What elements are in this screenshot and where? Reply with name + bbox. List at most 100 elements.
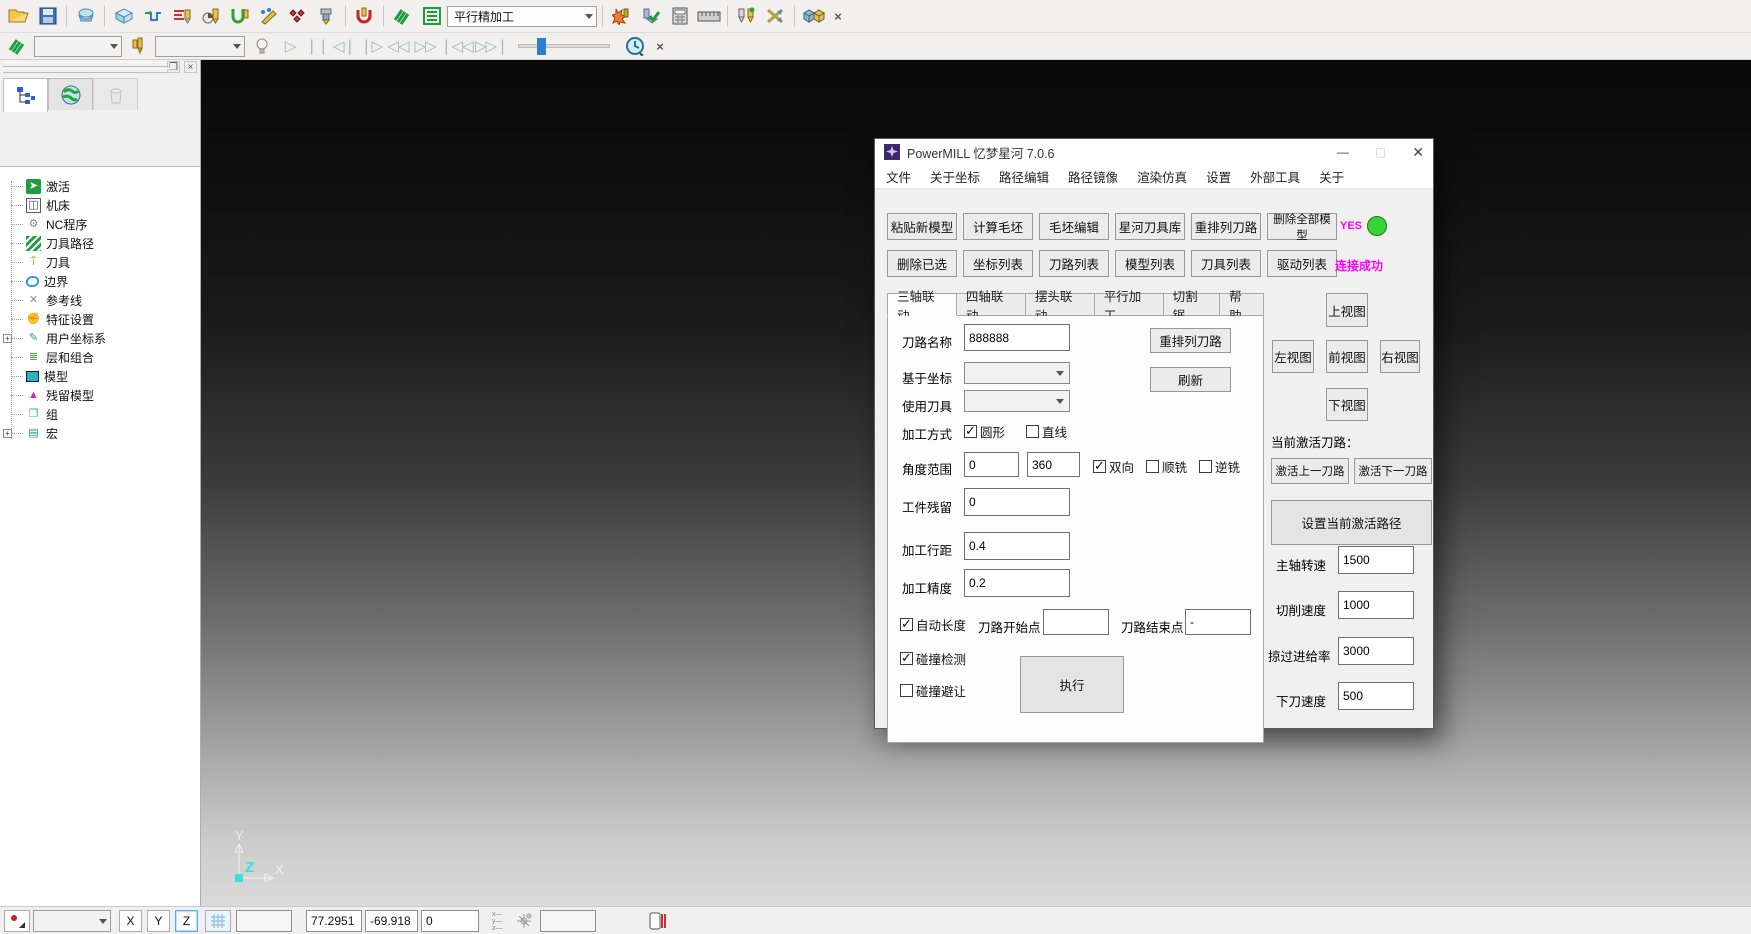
feature-set-icon[interactable] xyxy=(284,3,311,29)
tab-parallel[interactable]: 平行加工 xyxy=(1095,293,1164,316)
cube-pair-icon[interactable] xyxy=(800,3,827,29)
refresh-button[interactable]: 刷新 xyxy=(1150,367,1231,392)
delete-selected-button[interactable]: 删除已选 xyxy=(887,250,957,277)
menu-settings[interactable]: 设置 xyxy=(1206,167,1231,186)
bidirectional-checkbox[interactable]: 双向 xyxy=(1093,457,1134,476)
toolpath-ribbon-icon[interactable] xyxy=(389,3,416,29)
go-end-icon[interactable]: ▷▷❘ xyxy=(475,37,507,55)
activate-next-toolpath-button[interactable]: 激活下一刀路 xyxy=(1354,458,1432,484)
panel-pin-icon[interactable]: ❐ xyxy=(167,61,180,73)
tolerance-input[interactable] xyxy=(964,569,1070,597)
close-button[interactable]: ✕ xyxy=(1412,144,1424,161)
axis-y-button[interactable]: Y xyxy=(147,910,170,932)
conventional-mill-checkbox[interactable]: 逆铣 xyxy=(1199,457,1240,476)
coord-combo[interactable] xyxy=(964,362,1070,384)
tab-help[interactable]: 帮助 xyxy=(1220,293,1264,316)
tab-saw[interactable]: 切割锯 xyxy=(1164,293,1220,316)
auto-length-checkbox[interactable]: 自动长度 xyxy=(900,615,966,634)
workplane-holder-icon[interactable] xyxy=(313,3,340,29)
menu-path-edit[interactable]: 路径编辑 xyxy=(999,167,1049,186)
maximize-button[interactable]: ▢ xyxy=(1375,145,1386,159)
climb-mill-checkbox[interactable]: 顺铣 xyxy=(1146,457,1187,476)
model-list-button[interactable]: 模型列表 xyxy=(1115,250,1185,277)
menu-about[interactable]: 关于 xyxy=(1319,167,1344,186)
plunge-feed-input[interactable] xyxy=(1338,682,1414,710)
coord-x-value[interactable]: 77.2951 xyxy=(306,910,362,932)
rapid-feed-input[interactable] xyxy=(1338,637,1414,665)
save-icon[interactable] xyxy=(34,3,61,29)
paste-model-button[interactable]: 粘贴新模型 xyxy=(887,213,957,240)
view-top-button[interactable]: 上视图 xyxy=(1326,293,1368,327)
toolpath-create-icon[interactable] xyxy=(139,3,166,29)
toolbar-close-icon[interactable]: × xyxy=(651,39,669,54)
collision-check-checkbox[interactable]: 碰撞检测 xyxy=(900,649,966,668)
clock-icon[interactable] xyxy=(621,33,648,59)
step-forward-icon[interactable]: ❘▷ xyxy=(359,37,383,55)
menu-render-sim[interactable]: 渲染仿真 xyxy=(1137,167,1187,186)
panel-close-icon[interactable]: × xyxy=(184,61,197,73)
tree-item-nc-program[interactable]: ⚙NC程序 xyxy=(0,215,200,234)
ruler-icon[interactable] xyxy=(695,3,722,29)
status-combo[interactable] xyxy=(33,910,111,932)
tool-combo[interactable] xyxy=(964,390,1070,412)
angle-from-input[interactable] xyxy=(964,452,1019,477)
search-forward-icon[interactable]: ▷▷ xyxy=(413,37,437,55)
angle-to-input[interactable] xyxy=(1027,452,1080,477)
block-icon[interactable] xyxy=(110,3,137,29)
stock-allowance-input[interactable] xyxy=(964,488,1070,516)
tree-item-models[interactable]: 模型 xyxy=(0,367,200,386)
tool-icon[interactable] xyxy=(197,3,224,29)
tab-3axis[interactable]: 三轴联动 xyxy=(887,293,957,316)
menu-file[interactable]: 文件 xyxy=(886,167,911,186)
tree-item-activate[interactable]: ➤激活 xyxy=(0,177,200,196)
tolerance-field[interactable] xyxy=(540,910,596,932)
tab-explorer-tree[interactable] xyxy=(3,78,48,112)
slider-thumb[interactable] xyxy=(537,38,546,55)
dialog-titlebar[interactable]: PowerMILL 忆梦星河 7.0.6 — ▢ ✕ xyxy=(875,139,1433,165)
tool-library-button[interactable]: 星河刀具库 xyxy=(1115,213,1185,240)
path-end-input[interactable] xyxy=(1185,609,1251,635)
reorder-button[interactable]: 重排列刀路 xyxy=(1150,328,1231,353)
grid-icon[interactable] xyxy=(205,910,231,932)
strategy-list-icon[interactable] xyxy=(418,3,445,29)
speed-slider[interactable] xyxy=(518,44,610,48)
pause-icon[interactable]: ❘❘ xyxy=(305,37,329,55)
tree-item-macros[interactable]: +▤宏 xyxy=(0,424,200,443)
spindle-speed-input[interactable] xyxy=(1338,546,1414,574)
macro-undercut-icon[interactable] xyxy=(351,3,378,29)
view-front-button[interactable]: 前视图 xyxy=(1326,340,1368,373)
menu-external-tools[interactable]: 外部工具 xyxy=(1250,167,1300,186)
menu-coords[interactable]: 关于坐标 xyxy=(930,167,980,186)
view-bottom-button[interactable]: 下视图 xyxy=(1326,388,1368,421)
menu-path-mirror[interactable]: 路径镜像 xyxy=(1068,167,1118,186)
tool-flame-icon[interactable] xyxy=(608,3,635,29)
activate-prev-toolpath-button[interactable]: 激活上一刀路 xyxy=(1271,458,1349,484)
search-back-icon[interactable]: ◁◁ xyxy=(386,37,410,55)
grid-size-field[interactable] xyxy=(236,910,292,932)
lightbulb-icon[interactable] xyxy=(248,33,275,59)
notebook-icon[interactable] xyxy=(648,911,666,931)
view-left-button[interactable]: 左视图 xyxy=(1272,340,1314,373)
print-icon[interactable] xyxy=(72,3,99,29)
edit-stock-button[interactable]: 毛坯编辑 xyxy=(1039,213,1109,240)
tree-item-levels[interactable]: ≣层和组合 xyxy=(0,348,200,367)
axis-z-button[interactable]: Z xyxy=(175,910,198,932)
calculator-icon[interactable] xyxy=(666,3,693,29)
path-start-input[interactable] xyxy=(1043,609,1109,635)
collision-avoid-checkbox[interactable]: 碰撞避让 xyxy=(900,681,966,700)
view-right-button[interactable]: 右视图 xyxy=(1380,340,1420,373)
coord-z-value[interactable]: 0 xyxy=(421,910,479,932)
tree-item-feature-sets[interactable]: ✊特征设置 xyxy=(0,310,200,329)
tool-list-button[interactable]: 刀具列表 xyxy=(1191,250,1261,277)
open-file-icon[interactable] xyxy=(5,3,32,29)
mode-circle-checkbox[interactable]: 圆形 xyxy=(964,422,1005,441)
tree-item-workplanes[interactable]: +✎用户坐标系 xyxy=(0,329,200,348)
set-active-path-button[interactable]: 设置当前激活路径 xyxy=(1271,500,1432,545)
boundary-icon[interactable] xyxy=(226,3,253,29)
toolbar-close-icon[interactable]: × xyxy=(829,9,847,24)
panel-grip[interactable]: ❐ × xyxy=(0,60,200,74)
nc-program-icon[interactable] xyxy=(168,3,195,29)
execute-button[interactable]: 执行 xyxy=(1020,656,1124,713)
tab-trash[interactable] xyxy=(93,78,138,110)
step-back-icon[interactable]: ◁❘ xyxy=(332,37,356,55)
